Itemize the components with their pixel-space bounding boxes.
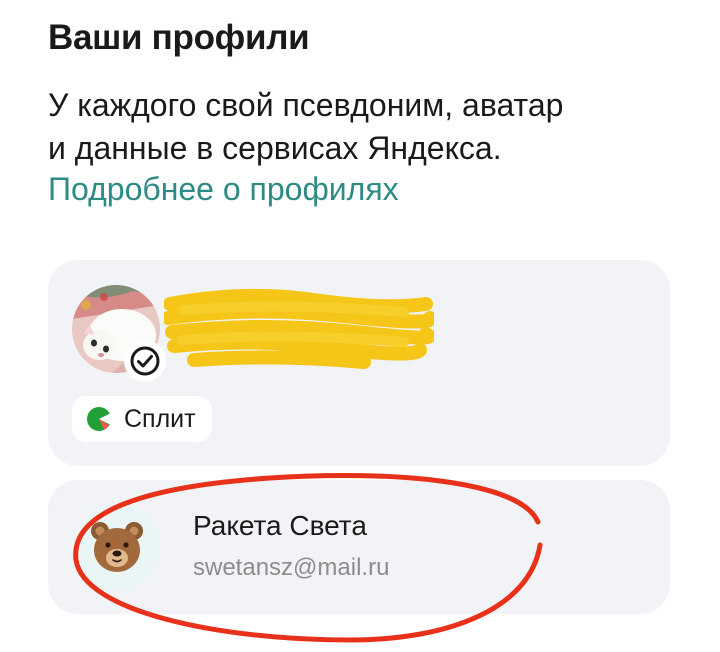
avatar bbox=[74, 504, 160, 590]
profile-email: swetansz@mail.ru bbox=[193, 554, 390, 581]
split-icon bbox=[87, 407, 113, 431]
profile-card-raketa-sveta[interactable]: Ракета Света swetansz@mail.ru bbox=[48, 480, 670, 614]
page-title: Ваши профили bbox=[48, 18, 310, 57]
split-badge[interactable]: Сплит bbox=[72, 396, 212, 442]
redacted-profile-info bbox=[164, 288, 434, 369]
description-line: У каждого свой псевдоним, аватар bbox=[48, 87, 564, 123]
check-circle-icon bbox=[130, 346, 160, 376]
learn-more-link[interactable]: Подробнее о профилях bbox=[48, 168, 399, 211]
profile-name: Ракета Света bbox=[193, 510, 367, 541]
profiles-description: У каждого свой псевдоним, аватар и данны… bbox=[48, 84, 688, 170]
split-badge-label: Сплит bbox=[124, 404, 196, 433]
verified-badge bbox=[124, 340, 166, 382]
bear-icon bbox=[91, 522, 143, 572]
description-line: и данные в сервисах Яндекса. bbox=[48, 130, 502, 166]
profile-card-main[interactable]: Сплит bbox=[48, 260, 670, 466]
